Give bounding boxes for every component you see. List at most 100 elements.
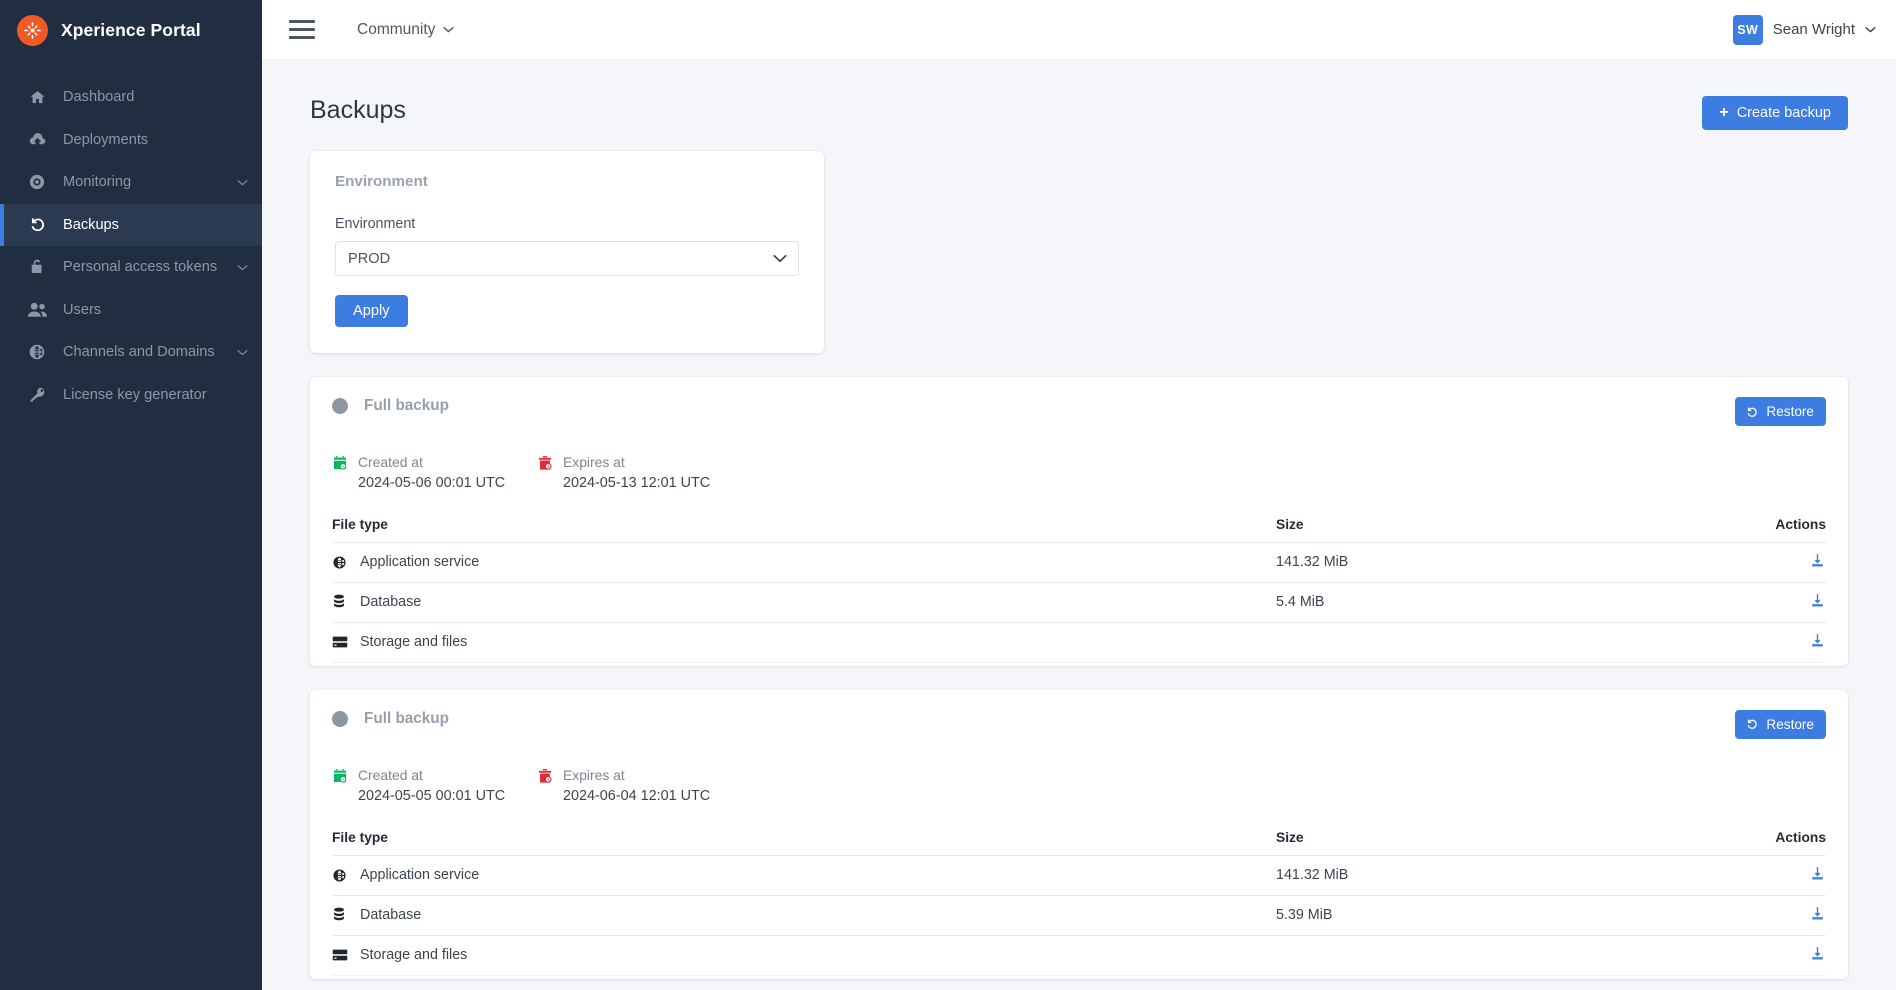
cell-actions (1746, 894, 1826, 936)
environment-select[interactable]: PROD (335, 241, 799, 276)
cell-file-type: Storage and files (332, 934, 1276, 976)
cell-size: 5.4 MiB (1276, 581, 1746, 623)
sidebar-item-deployments[interactable]: Deployments (0, 119, 262, 162)
cell-actions (1746, 581, 1826, 623)
environment-filter-card: Environment Environment PROD Apply (310, 151, 824, 353)
restore-history-icon (1745, 717, 1759, 731)
file-type-label: Storage and files (360, 947, 468, 964)
sidebar-item-dashboard[interactable]: Dashboard (0, 76, 262, 119)
user-menu[interactable]: SW Sean Wright (1732, 14, 1876, 45)
key-icon (25, 384, 49, 406)
table-row: Database 5.39 MiB (332, 894, 1826, 936)
chevron-down-icon[interactable] (237, 264, 248, 271)
created-at-value: 2024-05-06 00:01 UTC (358, 475, 506, 492)
col-actions: Actions (1775, 829, 1826, 845)
file-type-label: Database (360, 907, 422, 924)
download-button[interactable] (1809, 632, 1826, 649)
download-icon (1809, 592, 1826, 609)
download-button[interactable] (1809, 552, 1826, 569)
backup-card: Full backup Restore Created at 2024-05-0… (310, 377, 1848, 666)
expires-at-block: Expires at 2024-06-04 12:01 UTC (537, 766, 710, 807)
download-icon (1809, 632, 1826, 649)
sidebar-item-label: Deployments (63, 131, 149, 148)
globe-icon (332, 868, 349, 883)
restore-button[interactable]: Restore (1735, 709, 1826, 739)
download-button[interactable] (1809, 865, 1826, 882)
download-button[interactable] (1809, 945, 1826, 962)
created-at-value: 2024-05-05 00:01 UTC (358, 788, 506, 805)
table-row: Application service 141.32 MiB (332, 541, 1826, 583)
table-header-row: File type Size Actions (332, 517, 1826, 543)
eye-icon (25, 171, 49, 193)
environment-field-label: Environment (335, 216, 416, 232)
sidebar-item-monitoring[interactable]: Monitoring (0, 161, 262, 204)
file-type-wrap: Application service (332, 867, 1276, 883)
topbar: Community SW Sean Wright (262, 0, 1896, 60)
created-at-block: Created at 2024-05-06 00:01 UTC (332, 453, 537, 494)
trash-clock-icon (537, 766, 554, 807)
sidebar-item-label: Personal access tokens (63, 259, 218, 276)
status-dot-icon (332, 398, 348, 414)
download-button[interactable] (1809, 905, 1826, 922)
hamburger-icon[interactable] (289, 20, 315, 40)
brand[interactable]: Xperience Portal (0, 0, 262, 60)
download-icon (1809, 905, 1826, 922)
col-file-type: File type (332, 516, 388, 532)
sidebar-item-users[interactable]: Users (0, 289, 262, 332)
table-body: Application service 141.32 MiB Database … (332, 541, 1826, 663)
backup-title-row: Full backup (332, 397, 449, 415)
created-at-texts: Created at 2024-05-05 00:01 UTC (358, 766, 505, 807)
sidebar-item-backups[interactable]: Backups (0, 203, 262, 246)
sidebar-item-license-key-generator[interactable]: License key generator (0, 374, 262, 417)
backup-meta-row: Created at 2024-05-06 00:01 UTC Expires … (332, 453, 1826, 494)
chevron-down-icon[interactable] (237, 179, 248, 186)
cell-file-type: Application service (332, 541, 1276, 583)
trash-clock-icon (537, 453, 554, 494)
file-type-label: Application service (360, 554, 480, 571)
cell-file-type: Database (332, 581, 1276, 623)
file-type-wrap: Storage and files (332, 947, 1276, 963)
sidebar-item-personal-access-tokens[interactable]: Personal access tokens (0, 246, 262, 289)
created-at-label: Created at (358, 766, 423, 783)
download-icon (1809, 865, 1826, 882)
sidebar-item-label: Users (63, 301, 102, 318)
cell-actions (1746, 854, 1826, 896)
backup-title: Full backup (364, 397, 449, 414)
user-name: Sean Wright (1772, 21, 1855, 38)
table-row: Application service 141.32 MiB (332, 854, 1826, 896)
table-head: File type Size Actions (332, 830, 1826, 856)
chevron-down-icon[interactable] (237, 349, 248, 356)
cell-actions (1746, 541, 1826, 583)
cell-size: 141.32 MiB (1276, 541, 1746, 583)
expires-at-label: Expires at (563, 766, 625, 783)
backup-card-header: Full backup Restore (332, 709, 1826, 739)
cell-file-type: Storage and files (332, 621, 1276, 663)
sidebar-item-label: Backups (63, 216, 119, 233)
restore-history-icon (1745, 405, 1759, 419)
cell-file-type: Application service (332, 854, 1276, 896)
cell-size (1276, 934, 1746, 976)
sidebar-item-label: Monitoring (63, 174, 132, 191)
sidebar-item-channels-and-domains[interactable]: Channels and Domains (0, 331, 262, 374)
users-icon (25, 299, 49, 321)
expires-at-value: 2024-06-04 12:01 UTC (563, 788, 711, 805)
home-icon (25, 86, 49, 108)
sidebar-item-label: Channels and Domains (63, 344, 215, 361)
download-icon (1809, 945, 1826, 962)
restore-button[interactable]: Restore (1735, 397, 1826, 426)
cell-actions (1746, 934, 1826, 976)
table-head: File type Size Actions (332, 517, 1826, 543)
database-icon (332, 907, 349, 923)
plus-icon: + (1719, 104, 1729, 121)
sidebar-item-label: Dashboard (63, 89, 135, 106)
apply-button[interactable]: Apply (335, 295, 408, 327)
unlock-icon (25, 256, 49, 278)
download-button[interactable] (1809, 592, 1826, 609)
table-header-row: File type Size Actions (332, 830, 1826, 856)
main-area: Community SW Sean Wright Backups + Creat… (262, 0, 1896, 990)
community-dropdown[interactable]: Community (357, 21, 455, 39)
create-backup-button[interactable]: + Create backup (1702, 96, 1848, 130)
cell-actions (1746, 621, 1826, 663)
download-icon (1809, 552, 1826, 569)
storage-server-icon (332, 948, 349, 962)
